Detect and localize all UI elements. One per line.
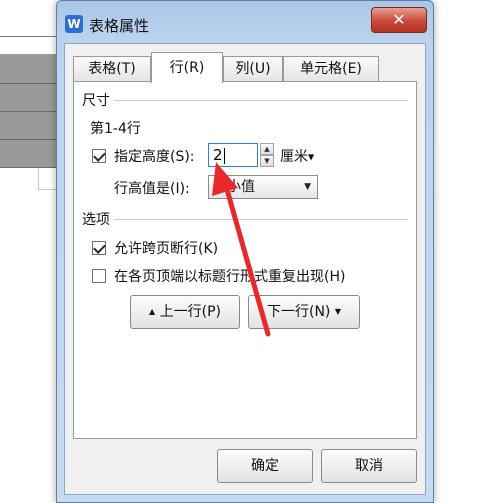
table-row-shaded [0,84,62,112]
table-border [0,36,62,37]
cancel-button[interactable]: 取消 [321,449,417,483]
table-row-shaded [0,112,62,140]
row-height-mode-value: 最小值 [213,179,255,195]
size-section-label: 尺寸 [82,90,114,110]
specify-height-label: 指定高度(S): [114,149,195,165]
chevron-down-icon: ▼ [304,182,311,192]
table-properties-dialog: W 表格属性 ✕ 表格(T) 行(R) 列(U) 单元格(E) 尺寸 第1-4行… [56,0,434,503]
tab-table[interactable]: 表格(T) [73,56,151,82]
ok-button[interactable]: 确定 [217,449,313,483]
options-section-label: 选项 [82,209,114,229]
row-height-input[interactable]: 2 [208,143,258,167]
stepper-down-button[interactable]: ▼ [260,155,274,167]
arrow-down-icon: ▼ [334,307,341,316]
stepper-up-button[interactable]: ▲ [260,143,274,155]
allow-break-checkbox[interactable] [92,241,106,255]
next-row-label: 下一行(N) [266,304,331,320]
section-divider [82,219,408,220]
dialog-client-area: 表格(T) 行(R) 列(U) 单元格(E) 尺寸 第1-4行 指定高度(S):… [64,43,426,495]
tab-row[interactable]: 行(R) [151,52,223,83]
row-height-stepper: ▲ ▼ [260,143,274,167]
specify-height-checkbox[interactable] [92,149,106,163]
row-height-is-label: 行高值是(I): [114,181,190,197]
unit-selector[interactable]: 厘米▼ [280,146,314,166]
next-row-button[interactable]: 下一行(N) ▼ [248,295,360,329]
text-caret [223,147,225,164]
rows-range-label: 第1-4行 [90,121,141,137]
previous-row-label: 上一行(P) [159,304,221,320]
table-row-shaded [0,140,62,168]
repeat-header-checkbox[interactable] [92,269,106,283]
row-tab-panel: 尺寸 第1-4行 指定高度(S): 2 ▲ ▼ 厘米▼ 行高值是(I): 最小值… [73,81,417,439]
row-height-value: 2 [213,146,223,164]
table-row-shaded [0,54,62,84]
wps-writer-icon: W [65,15,83,33]
tab-cell[interactable]: 单元格(E) [283,56,379,82]
close-icon: ✕ [392,10,406,29]
row-height-mode-select[interactable]: 最小值 ▼ [208,175,318,199]
dialog-title: 表格属性 [89,17,150,35]
arrow-up-icon: ▲ [149,307,156,316]
section-divider [82,100,408,101]
title-bar[interactable]: W 表格属性 ✕ [57,1,433,43]
unit-label: 厘米 [280,149,308,165]
previous-row-button[interactable]: ▲ 上一行(P) [130,295,240,329]
allow-break-label: 允许跨页断行(K) [114,241,219,257]
chevron-down-icon: ▼ [308,152,315,162]
tab-column[interactable]: 列(U) [223,56,283,82]
repeat-header-label: 在各页顶端以标题行形式重复出现(H) [114,269,346,285]
close-button[interactable]: ✕ [371,7,427,33]
